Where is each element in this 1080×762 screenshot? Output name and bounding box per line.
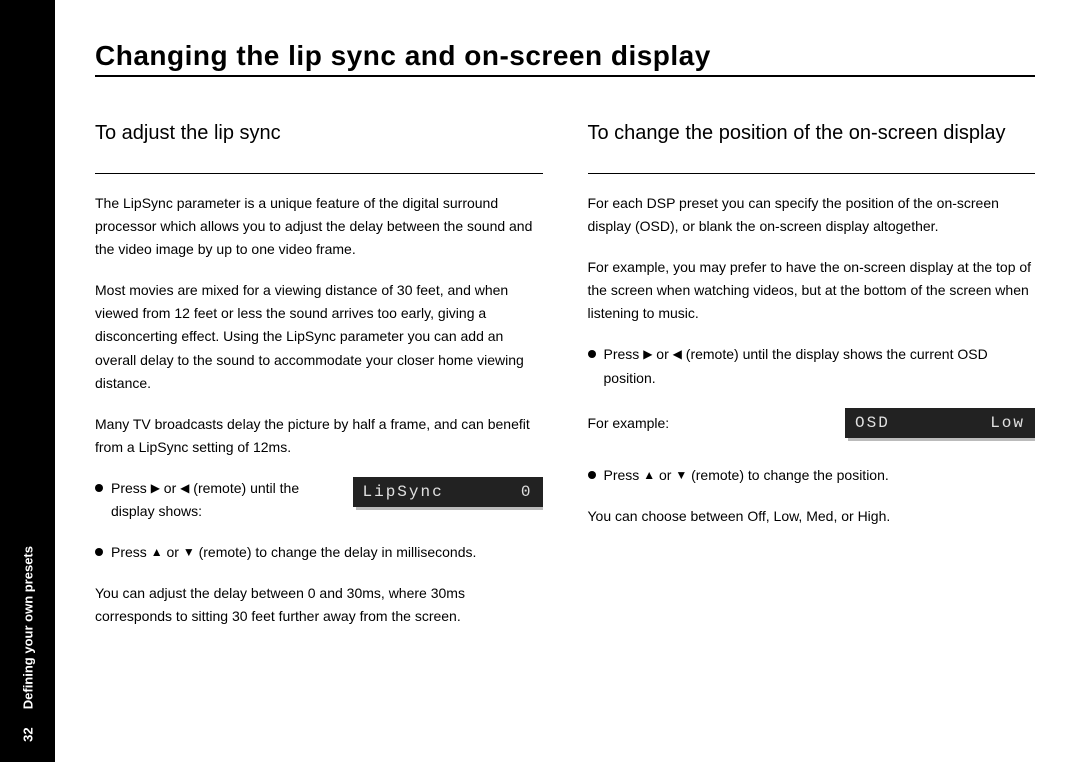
body-text: Most movies are mixed for a viewing dist…: [95, 279, 543, 394]
body-text: You can adjust the delay between 0 and 3…: [95, 582, 543, 628]
left-arrow-icon: ◀: [180, 479, 189, 499]
bullet-icon: [588, 350, 596, 358]
columns: To adjust the lip sync The LipSync param…: [95, 117, 1035, 646]
sidebar: 32 Defining your own presets: [0, 0, 55, 762]
section-label: Defining your own presets: [20, 546, 35, 709]
lcd-display: OSD Low: [845, 408, 1035, 438]
display-label: OSD: [855, 408, 890, 438]
bullet-item: Press ▲ or ▼ (remote) to change the posi…: [588, 464, 1036, 487]
down-arrow-icon: ▼: [675, 466, 687, 486]
right-arrow-icon: ▶: [151, 479, 160, 499]
bullet-icon: [588, 471, 596, 479]
up-arrow-icon: ▲: [643, 466, 655, 486]
display-value: Low: [990, 408, 1025, 438]
left-column: To adjust the lip sync The LipSync param…: [95, 117, 543, 646]
bullet-item: Press ▶ or ◀ (remote) until the display …: [588, 343, 1036, 389]
bullet-icon: [95, 548, 103, 556]
right-heading: To change the position of the on-screen …: [588, 117, 1036, 174]
bullet-item: Press ▲ or ▼ (remote) to change the dela…: [95, 541, 543, 564]
up-arrow-icon: ▲: [151, 543, 163, 563]
left-heading: To adjust the lip sync: [95, 117, 543, 174]
left-arrow-icon: ◀: [673, 345, 682, 365]
sidebar-label: 32 Defining your own presets: [20, 546, 35, 752]
instruction-with-display: LipSync 0 Press ▶ or ◀ (remote) until th…: [95, 477, 543, 523]
right-column: To change the position of the on-screen …: [588, 117, 1036, 646]
body-text: The LipSync parameter is a unique featur…: [95, 192, 543, 261]
body-text: For each DSP preset you can specify the …: [588, 192, 1036, 238]
bullet-text: Press ▶ or ◀ (remote) until the display …: [111, 477, 339, 523]
lcd-display: LipSync 0: [353, 477, 543, 507]
page-content: Changing the lip sync and on-screen disp…: [95, 40, 1035, 646]
display-value: 0: [521, 477, 533, 507]
bullet-text: Press ▶ or ◀ (remote) until the display …: [604, 343, 1036, 389]
bullet-text: Press ▲ or ▼ (remote) to change the dela…: [111, 541, 543, 564]
body-text: For example, you may prefer to have the …: [588, 256, 1036, 325]
bullet-text: Press ▲ or ▼ (remote) to change the posi…: [604, 464, 1036, 487]
display-label: LipSync: [363, 477, 444, 507]
bullet-item: Press ▶ or ◀ (remote) until the display …: [95, 477, 339, 523]
instruction-with-display: OSD Low For example:: [588, 408, 1036, 446]
bullet-icon: [95, 484, 103, 492]
body-text: Many TV broadcasts delay the picture by …: [95, 413, 543, 459]
page-number: 32: [20, 728, 35, 742]
down-arrow-icon: ▼: [183, 543, 195, 563]
body-text: You can choose between Off, Low, Med, or…: [588, 505, 1036, 528]
page-title: Changing the lip sync and on-screen disp…: [95, 40, 1035, 77]
